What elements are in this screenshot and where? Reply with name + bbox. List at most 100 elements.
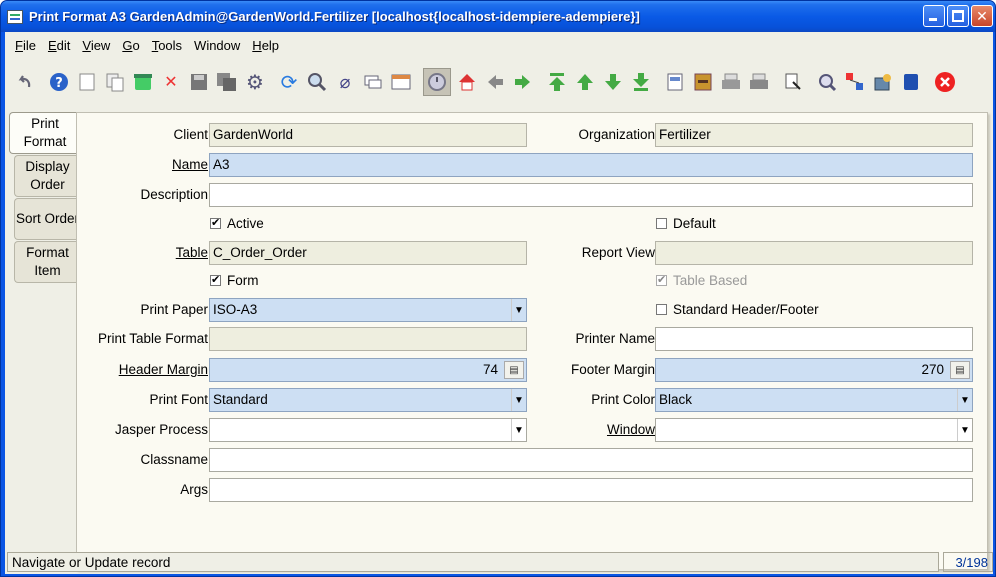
- status-bar: Navigate or Update record 3/198: [5, 550, 993, 574]
- home-button[interactable]: [455, 70, 479, 94]
- tab-sort-order[interactable]: Sort Order: [14, 198, 80, 240]
- zoom-across-button[interactable]: [781, 70, 805, 94]
- attachment-button[interactable]: ⌀: [333, 70, 357, 94]
- first-record-button[interactable]: [545, 70, 569, 94]
- copy-record-button[interactable]: [103, 70, 127, 94]
- classname-field[interactable]: [209, 448, 973, 472]
- footer-margin-value: 270: [921, 362, 944, 377]
- default-checkbox-box: [656, 218, 667, 229]
- product-info-button[interactable]: [871, 70, 895, 94]
- report-button[interactable]: [663, 70, 687, 94]
- print-color-select[interactable]: Black ▼: [655, 388, 973, 412]
- new-record-button[interactable]: [75, 70, 99, 94]
- name-field[interactable]: A3: [209, 153, 973, 177]
- header-margin-field[interactable]: 74 ▤: [209, 358, 527, 382]
- refresh-button[interactable]: ⟳: [277, 70, 301, 94]
- jasper-process-select[interactable]: ▼: [209, 418, 527, 442]
- tab-print-format[interactable]: Print Format: [9, 112, 80, 154]
- table-field[interactable]: C_Order_Order: [209, 241, 527, 265]
- report-view-field[interactable]: [655, 241, 973, 265]
- parent-button[interactable]: [483, 70, 507, 94]
- exit-button[interactable]: [933, 70, 957, 94]
- chat-button[interactable]: [361, 70, 385, 94]
- tab-display-order[interactable]: Display Order: [14, 155, 80, 197]
- find-button[interactable]: [305, 70, 329, 94]
- archive-button[interactable]: [691, 70, 715, 94]
- chevron-down-icon[interactable]: ▼: [511, 299, 526, 321]
- toolbar: ? ✕ ⚙ ⟳ ⌀: [5, 60, 993, 104]
- client-field[interactable]: GardenWorld: [209, 123, 527, 147]
- active-checkbox[interactable]: ✔ Active: [210, 216, 264, 231]
- history-icon: [428, 73, 446, 91]
- record-count[interactable]: 3/198: [943, 552, 993, 572]
- previous-record-button[interactable]: [573, 70, 597, 94]
- menu-view[interactable]: View: [76, 38, 116, 53]
- form-checkbox[interactable]: ✔ Form: [210, 273, 259, 288]
- header-margin-label-text: Header Margin: [118, 362, 208, 377]
- menu-file[interactable]: File: [9, 38, 42, 53]
- print-button[interactable]: [747, 70, 771, 94]
- calculator-icon[interactable]: ▤: [950, 361, 970, 379]
- printer-name-label: Printer Name: [575, 331, 655, 346]
- save-new-button[interactable]: [215, 70, 239, 94]
- chevron-down-icon[interactable]: ▼: [511, 389, 526, 411]
- undo-icon: [18, 75, 31, 88]
- report-view-label: Report View: [581, 245, 655, 260]
- print-format-app-icon: [7, 9, 23, 24]
- history-button[interactable]: [423, 68, 451, 96]
- save-new-icon: [217, 73, 236, 91]
- tab-format-item[interactable]: Format Item: [14, 241, 80, 283]
- description-label: Description: [140, 187, 208, 202]
- settings-button[interactable]: ⚙: [243, 70, 267, 94]
- chevron-down-icon[interactable]: ▼: [957, 389, 972, 411]
- gear-icon: ⚙: [246, 71, 264, 94]
- window-select[interactable]: ▼: [655, 418, 973, 442]
- request-button[interactable]: [815, 70, 839, 94]
- maximize-button[interactable]: [947, 5, 969, 27]
- save-button[interactable]: [187, 70, 211, 94]
- maximize-icon: [952, 10, 964, 22]
- chevron-down-icon[interactable]: ▼: [957, 419, 972, 441]
- last-record-button[interactable]: [629, 70, 653, 94]
- standard-header-footer-checkbox[interactable]: Standard Header/Footer: [656, 302, 819, 317]
- default-checkbox[interactable]: Default: [656, 216, 716, 231]
- form-label: Form: [227, 273, 259, 288]
- jasper-process-label: Jasper Process: [114, 422, 208, 437]
- tab-strip: Print Format Display Order Sort Order Fo…: [9, 112, 80, 284]
- calculator-icon[interactable]: ▤: [504, 361, 524, 379]
- footer-margin-field[interactable]: 270 ▤: [655, 358, 973, 382]
- close-window-button[interactable]: ✕: [971, 5, 993, 27]
- workflow-button[interactable]: [843, 70, 867, 94]
- active-label: Active: [227, 216, 264, 231]
- print-font-select[interactable]: Standard ▼: [209, 388, 527, 412]
- print-preview-button[interactable]: [719, 70, 743, 94]
- organization-field[interactable]: Fertilizer: [655, 123, 973, 147]
- print-table-format-field[interactable]: [209, 327, 527, 351]
- args-field[interactable]: [209, 478, 973, 502]
- print-paper-select[interactable]: ISO-A3 ▼: [209, 298, 527, 322]
- chevron-down-icon[interactable]: ▼: [511, 419, 526, 441]
- menu-window[interactable]: Window: [188, 38, 246, 53]
- grid-toggle-button[interactable]: [389, 70, 413, 94]
- args-label: Args: [180, 482, 208, 497]
- recycle-button[interactable]: [131, 70, 155, 94]
- minimize-button[interactable]: [923, 5, 945, 27]
- menu-help[interactable]: Help: [246, 38, 285, 53]
- printer-name-field[interactable]: [655, 327, 973, 351]
- undo-button[interactable]: [13, 70, 37, 94]
- close-icon: ✕: [976, 7, 988, 24]
- menu-tools[interactable]: Tools: [146, 38, 188, 53]
- title-bar[interactable]: Print Format A3 GardenAdmin@GardenWorld.…: [1, 1, 995, 32]
- help-button[interactable]: ?: [47, 70, 71, 94]
- name-label: Name: [172, 157, 208, 172]
- detail-button[interactable]: [511, 70, 535, 94]
- delete-button[interactable]: ✕: [159, 70, 183, 94]
- next-record-button[interactable]: [601, 70, 625, 94]
- process-button[interactable]: [899, 70, 923, 94]
- header-margin-label: Header Margin: [119, 362, 208, 377]
- menu-go[interactable]: Go: [116, 38, 145, 53]
- standard-header-footer-label: Standard Header/Footer: [673, 302, 819, 317]
- description-field[interactable]: [209, 183, 973, 207]
- menu-edit[interactable]: Edit: [42, 38, 76, 53]
- client-label: Client: [173, 127, 208, 142]
